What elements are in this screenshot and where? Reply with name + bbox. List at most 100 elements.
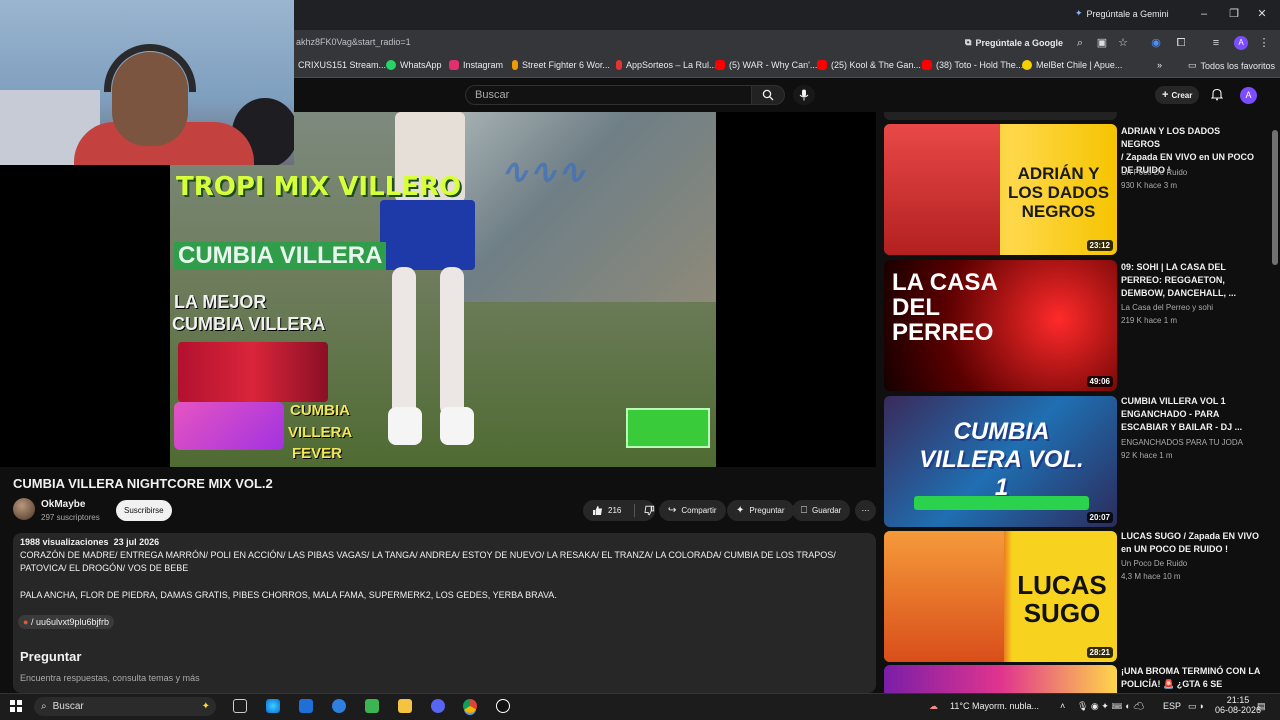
bookmark-label: AppSorteos – La Rul...	[626, 60, 717, 70]
copilot-sparkle-icon: ✦	[201, 701, 210, 712]
description-link: / uu6ulvxt9plu6bjfrb	[30, 617, 110, 627]
sparkle-icon: ✦	[736, 505, 745, 516]
bookmark-star-icon[interactable]: ☆	[1117, 37, 1129, 49]
cover-text-cumbia: CUMBIA	[290, 402, 350, 419]
bookmark-item[interactable]: (25) Kool & The Gan...	[817, 60, 921, 70]
bookmark-label: (25) Kool & The Gan...	[831, 60, 921, 70]
channel-name[interactable]: OkMaybe	[41, 499, 85, 510]
store-icon[interactable]	[299, 699, 313, 713]
network-volume-icons[interactable]: ▭ ◗	[1188, 701, 1204, 712]
menu-kebab-icon[interactable]: ⋮	[1258, 37, 1270, 49]
edge-icon[interactable]	[266, 699, 280, 713]
recommendation-title[interactable]: 09: SOHI | LA CASA DEL PERREO: REGGAETON,…	[1121, 261, 1261, 300]
prev-recommendation-thumbnail[interactable]	[884, 112, 1117, 120]
recommendation-thumbnail[interactable]: LUCAS SUGO 28:21	[884, 531, 1117, 662]
create-button[interactable]: + Crear	[1155, 86, 1200, 104]
title-line: PERREO: REGGAETON,	[1121, 275, 1225, 285]
weather-icon: ☁	[929, 701, 938, 711]
recommendation-thumbnail[interactable]: ADRIÁN Y LOS DADOS NEGROS 23:12	[884, 124, 1117, 255]
like-button[interactable]: 216	[592, 505, 621, 516]
more-bookmarks-chevron-icon[interactable]: »	[1157, 60, 1162, 70]
account-avatar[interactable]: A	[1240, 87, 1257, 104]
ask-button[interactable]: ✦ Preguntar	[727, 500, 794, 521]
share-label: Compartir	[681, 506, 717, 515]
recommendation-meta: 4,3 M hace 10 m	[1121, 572, 1181, 581]
gemini-button[interactable]: ✦ Pregúntale a Gemini	[1075, 8, 1169, 19]
recommendation-channel[interactable]: Un Poco De Ruido	[1121, 559, 1187, 568]
title-line: ¡UNA BROMA TERMINÓ CON LA	[1121, 666, 1261, 676]
thumb-title-text: ADRIÁN Y LOS DADOS NEGROS	[1007, 164, 1110, 221]
bookmark-item[interactable]: MelBet Chile | Apue...	[1022, 60, 1122, 70]
scrollbar-thumb[interactable]	[1272, 130, 1278, 265]
recommendation-channel[interactable]: La Casa del Perreo y sohi	[1121, 303, 1213, 312]
extensions-puzzle-icon[interactable]: ⧠	[1175, 37, 1187, 49]
show-hidden-icons-chevron-icon[interactable]: ˄	[1060, 701, 1065, 711]
figure-shoe-left	[388, 407, 422, 445]
bookmark-item[interactable]: (38) Toto - Hold The...	[922, 60, 1023, 70]
install-icon[interactable]: ▣	[1096, 37, 1108, 49]
bookmark-item[interactable]: WhatsApp	[386, 60, 442, 70]
voice-search-button[interactable]	[793, 85, 815, 105]
save-button[interactable]: ⎕ Guardar	[792, 500, 851, 521]
extension-icon[interactable]: ◉	[1150, 37, 1162, 49]
plus-icon: +	[1162, 89, 1169, 101]
description-link-chip[interactable]: ● / uu6ulvxt9plu6bjfrb	[18, 615, 115, 629]
maximize-icon[interactable]: ❐	[1228, 8, 1240, 20]
notification-center-icon[interactable]: ▤	[1257, 701, 1266, 712]
all-bookmarks-label: Todos los favoritos	[1200, 60, 1276, 71]
microphone-icon	[799, 89, 809, 101]
recommendation-title[interactable]: CUMBIA VILLERA VOL 1 ENGANCHADO - PARA ESC…	[1121, 395, 1261, 434]
weather-status[interactable]: 11°C Mayorm. nubla...	[950, 701, 1039, 711]
file-explorer-icon[interactable]	[398, 699, 412, 713]
figure-leg-right	[440, 267, 464, 417]
url-field[interactable]: akhz8FK0Vag&start_radio=1	[296, 37, 411, 47]
recommendation-thumbnail[interactable]	[884, 665, 1117, 693]
more-actions-button[interactable]: ⋯	[855, 500, 876, 521]
app-icon[interactable]	[332, 699, 346, 713]
search-button[interactable]	[751, 85, 785, 105]
figure-leg-left	[392, 267, 416, 417]
language-indicator[interactable]: ESP	[1163, 701, 1181, 711]
recommendation-title[interactable]: ¡UNA BROMA TERMINÓ CON LA POLICÍA! 🚨 ¿GTA…	[1121, 665, 1261, 691]
taskbar-search[interactable]: ⌕ Buscar ✦	[34, 697, 216, 716]
bookmark-item[interactable]: (5) WAR - Why Can'...	[715, 60, 817, 70]
bookmark-item[interactable]: CRIXUS151 Stream...	[298, 60, 386, 70]
close-icon[interactable]: ✕	[1256, 8, 1268, 20]
figure-shorts	[380, 200, 475, 270]
bookmark-item[interactable]: Street Fighter 6 Wor...	[512, 60, 610, 70]
recommendation-channel[interactable]: ENGANCHADOS PARA TU JODA	[1121, 438, 1243, 447]
calculator-icon[interactable]	[365, 699, 379, 713]
all-bookmarks[interactable]: ▭ Todos los favoritos	[1188, 60, 1275, 71]
duration-badge: 20:07	[1086, 512, 1113, 523]
chrome-icon[interactable]	[463, 699, 477, 713]
description-stats: 1988 visualizaciones 23 jul 2026	[20, 537, 159, 547]
zoom-icon[interactable]: ⌕	[1074, 37, 1086, 49]
thumb-title-text: LA CASA DEL PERREO	[892, 269, 997, 346]
bookmark-item[interactable]: Instagram	[449, 60, 503, 70]
task-view-icon[interactable]	[233, 699, 247, 713]
bookmark-item[interactable]: AppSorteos – La Rul...	[616, 60, 717, 70]
subscribe-button[interactable]: Suscribirse	[116, 500, 172, 521]
ask-google-chip[interactable]: ⧉ Pregúntale a Google	[965, 37, 1063, 48]
recommendation-title[interactable]: LUCAS SUGO / Zapada EN VIVO en UN POCO DE…	[1121, 530, 1261, 556]
clock[interactable]: 21:15 06-08-2026	[1215, 695, 1261, 715]
description-box[interactable]: 1988 visualizaciones 23 jul 2026 CORAZÓN…	[13, 533, 876, 693]
windows-start-icon[interactable]	[10, 700, 22, 712]
obs-icon[interactable]	[496, 699, 510, 713]
minimize-icon[interactable]: –	[1198, 8, 1210, 20]
thumb-title-text: CUMBIA VILLERA VOL. 1	[919, 418, 1084, 501]
recommendation-thumbnail[interactable]: LA CASA DEL PERREO 49:06	[884, 260, 1117, 391]
thumbs-down-icon[interactable]	[644, 505, 655, 516]
video-player[interactable]: ∿∿∿ TROPI MIX VILLERO CUMBIA VILLERA LA …	[0, 112, 876, 467]
search-input[interactable]: Buscar	[465, 85, 751, 105]
share-button[interactable]: ↪ Compartir	[659, 500, 726, 521]
profile-avatar[interactable]: A	[1234, 36, 1248, 50]
recommendation-thumbnail[interactable]: CUMBIA VILLERA VOL. 1 20:07	[884, 396, 1117, 527]
notifications-bell-icon[interactable]	[1210, 88, 1224, 102]
channel-avatar[interactable]	[13, 498, 35, 520]
recommendation-channel[interactable]: Un Poco De Ruido	[1121, 168, 1187, 177]
title-line: / Zapada EN VIVO en UN POCO	[1121, 152, 1255, 162]
discord-icon[interactable]	[431, 699, 445, 713]
tray-icons[interactable]: 🎙 ◉ ✦ ⌨ ◐ ☁	[1077, 701, 1145, 712]
media-controls-icon[interactable]: ≡	[1210, 37, 1222, 49]
